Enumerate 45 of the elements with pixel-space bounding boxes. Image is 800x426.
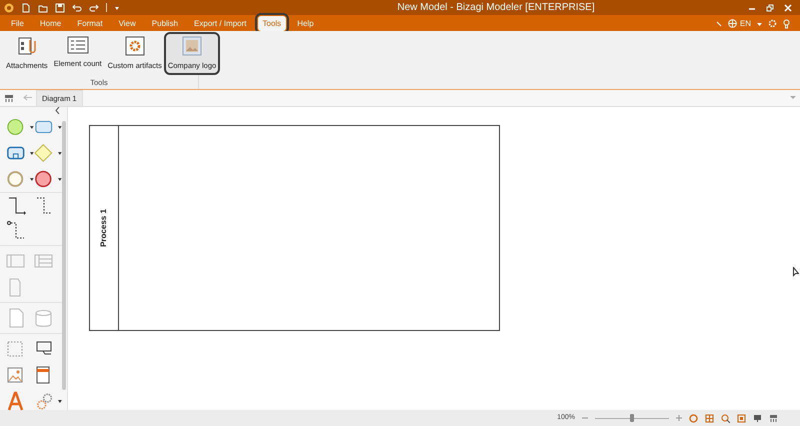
caret-icon[interactable] bbox=[30, 126, 34, 128]
customize-dropdown-icon[interactable] bbox=[114, 4, 120, 10]
caret-icon[interactable] bbox=[58, 152, 62, 154]
caret-icon[interactable] bbox=[58, 178, 62, 180]
menu-tab[interactable]: File bbox=[6, 16, 29, 31]
new-file-icon[interactable] bbox=[21, 2, 31, 12]
expand-ribbon-icon[interactable] bbox=[716, 20, 722, 26]
image-icon bbox=[182, 36, 202, 56]
undo-icon[interactable] bbox=[72, 2, 82, 12]
zoom-fit-icon[interactable] bbox=[689, 414, 698, 422]
paperclip-document-icon bbox=[16, 36, 37, 56]
list-icon bbox=[66, 36, 89, 54]
fit-page-icon[interactable] bbox=[705, 414, 714, 422]
caret-icon[interactable] bbox=[30, 152, 34, 154]
restore-icon[interactable] bbox=[766, 4, 774, 12]
fit-width-icon[interactable] bbox=[737, 414, 746, 422]
slider-thumb[interactable] bbox=[630, 414, 634, 422]
menu-tab[interactable]: Format bbox=[72, 16, 108, 31]
menu-tab[interactable]: Help bbox=[292, 16, 319, 31]
menu-tab[interactable]: Export / Import bbox=[189, 16, 252, 31]
monitor-icon[interactable] bbox=[753, 414, 762, 422]
menu-tab[interactable]: Publish bbox=[146, 16, 184, 31]
language-label[interactable]: EN bbox=[740, 18, 751, 30]
caret-icon[interactable] bbox=[30, 178, 34, 180]
close-icon[interactable] bbox=[784, 4, 792, 12]
menu-tab[interactable]: View bbox=[114, 16, 141, 31]
pool-label: Process 1 bbox=[98, 209, 109, 247]
caret-icon[interactable] bbox=[58, 400, 62, 402]
open-folder-icon[interactable] bbox=[38, 2, 48, 12]
save-icon[interactable] bbox=[55, 2, 65, 12]
window-title: New Model - Bizagi Modeler [ENTERPRISE] bbox=[396, 1, 596, 15]
redo-icon[interactable] bbox=[89, 2, 99, 12]
search-icon[interactable] bbox=[721, 414, 730, 422]
settings-icon[interactable] bbox=[768, 19, 777, 28]
caret-icon[interactable] bbox=[58, 126, 62, 128]
menu-tab[interactable]: Tools bbox=[258, 16, 286, 31]
menu-tab[interactable]: Home bbox=[34, 16, 66, 31]
diagram-overview-icon[interactable] bbox=[4, 94, 14, 102]
globe-icon[interactable] bbox=[728, 19, 737, 28]
app-logo-icon bbox=[4, 2, 14, 12]
lightbulb-icon[interactable] bbox=[783, 18, 790, 28]
gear-icon bbox=[124, 36, 145, 56]
collapse-icon[interactable] bbox=[55, 107, 60, 114]
diagram-overview-icon[interactable] bbox=[769, 414, 778, 422]
zoom-slider[interactable] bbox=[595, 414, 669, 422]
